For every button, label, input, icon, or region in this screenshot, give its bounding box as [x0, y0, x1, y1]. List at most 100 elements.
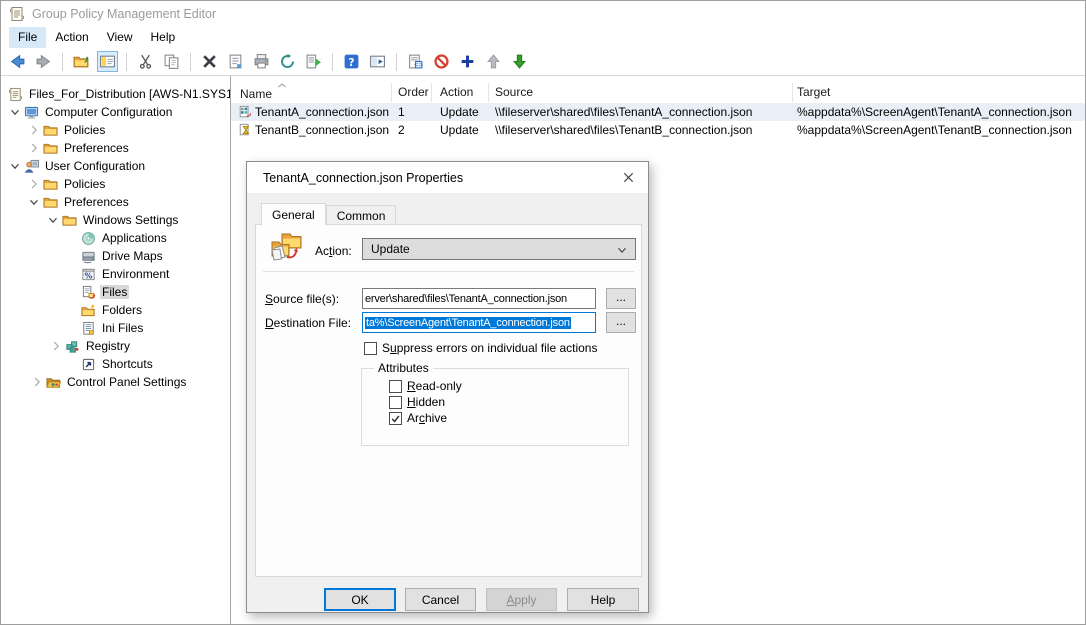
- divider: [263, 271, 634, 272]
- tree-indent-spacer: [64, 266, 80, 282]
- forward-icon[interactable]: [34, 52, 53, 71]
- destination-file-input[interactable]: ta%\ScreenAgent\TenantA_connection.json: [362, 312, 596, 333]
- stop-icon[interactable]: [432, 52, 451, 71]
- destination-file-label: Destination File:: [265, 316, 351, 330]
- menu-action[interactable]: Action: [46, 27, 97, 48]
- properties-dialog: TenantA_connection.json Properties Gener…: [246, 161, 649, 613]
- folder-icon: [42, 140, 58, 156]
- menu-view[interactable]: View: [98, 27, 142, 48]
- print-icon[interactable]: [252, 52, 271, 71]
- tree-item-user-policies[interactable]: Policies: [1, 175, 230, 193]
- menu-file[interactable]: File: [9, 27, 46, 48]
- tree-item-root[interactable]: Files_For_Distribution [AWS-N1.SYS12: [1, 85, 230, 103]
- properties-icon[interactable]: [226, 52, 245, 71]
- tree-item-applications[interactable]: Applications: [1, 229, 230, 247]
- chevron-collapsed-icon[interactable]: [26, 122, 42, 138]
- paste-icon[interactable]: [406, 52, 425, 71]
- help-icon[interactable]: [342, 52, 361, 71]
- up-one-level-icon[interactable]: [72, 52, 91, 71]
- tree-item-environment[interactable]: Environment: [1, 265, 230, 283]
- tree-item-computer-preferences[interactable]: Preferences: [1, 139, 230, 157]
- move-down-icon[interactable]: [510, 52, 529, 71]
- column-header-action[interactable]: Action: [432, 83, 489, 102]
- ok-button[interactable]: OK: [324, 588, 396, 611]
- refresh-icon[interactable]: [278, 52, 297, 71]
- column-header-name[interactable]: Name: [231, 83, 392, 102]
- table-row-tenant-b[interactable]: TenantB_connection.json 2 Update \\files…: [231, 121, 1085, 139]
- gpo-scroll-icon: [7, 86, 23, 102]
- tree-item-windows-settings[interactable]: Windows Settings: [1, 211, 230, 229]
- tree-indent-spacer: [64, 230, 80, 246]
- archive-checkbox[interactable]: [389, 412, 402, 425]
- table-row-tenant-a[interactable]: TenantA_connection.json 1 Update \\files…: [231, 103, 1085, 121]
- tree-item-drive-maps[interactable]: Drive Maps: [1, 247, 230, 265]
- tree-item-folders[interactable]: Folders: [1, 301, 230, 319]
- tree-indent-spacer: [64, 284, 80, 300]
- read-only-row: Read-only: [389, 379, 462, 393]
- chevron-collapsed-icon[interactable]: [48, 338, 64, 354]
- tab-general[interactable]: General: [261, 203, 326, 226]
- tree-item-computer-configuration[interactable]: Computer Configuration: [1, 103, 230, 121]
- tree-item-registry[interactable]: Registry: [1, 337, 230, 355]
- tree-item-shortcuts[interactable]: Shortcuts: [1, 355, 230, 373]
- chevron-expanded-icon[interactable]: [7, 104, 23, 120]
- sort-ascending-icon: [275, 80, 289, 94]
- toolbar-separator: [396, 53, 397, 71]
- delete-icon[interactable]: [200, 52, 219, 71]
- cut-icon[interactable]: [136, 52, 155, 71]
- menubar: File Action View Help: [1, 27, 1085, 48]
- tree-item-user-preferences[interactable]: Preferences: [1, 193, 230, 211]
- close-icon[interactable]: [611, 165, 645, 189]
- tab-common[interactable]: Common: [326, 205, 397, 225]
- toolbar: [1, 48, 1085, 76]
- tree-item-computer-policies[interactable]: Policies: [1, 121, 230, 139]
- suppress-errors-row: Suppress errors on individual file actio…: [364, 341, 597, 355]
- help-button[interactable]: Help: [567, 588, 639, 611]
- chevron-collapsed-icon[interactable]: [26, 176, 42, 192]
- chevron-collapsed-icon[interactable]: [26, 140, 42, 156]
- action-dropdown[interactable]: Update: [362, 238, 636, 260]
- suppress-errors-checkbox[interactable]: [364, 342, 377, 355]
- copy-icon[interactable]: [162, 52, 181, 71]
- tree-item-files[interactable]: Files: [1, 283, 230, 301]
- toolbar-separator: [332, 53, 333, 71]
- shortcuts-icon: [80, 356, 96, 372]
- archive-row: Archive: [389, 411, 447, 425]
- column-header-order[interactable]: Order: [392, 83, 432, 102]
- apply-button[interactable]: Apply: [486, 588, 557, 611]
- read-only-checkbox[interactable]: [389, 380, 402, 393]
- column-header-target[interactable]: Target: [793, 83, 1085, 102]
- tree-item-ini-files[interactable]: Ini Files: [1, 319, 230, 337]
- copy-files-icon: [270, 230, 302, 262]
- source-file-input[interactable]: erver\shared\files\TenantA_connection.js…: [362, 288, 596, 309]
- menu-help[interactable]: Help: [142, 27, 185, 48]
- show-console-tree-icon[interactable]: [98, 52, 117, 71]
- listview-header: Name Order Action Source Target: [231, 83, 1085, 102]
- chevron-collapsed-icon[interactable]: [29, 374, 45, 390]
- cancel-button[interactable]: Cancel: [405, 588, 476, 611]
- chevron-expanded-icon[interactable]: [7, 158, 23, 174]
- hidden-checkbox[interactable]: [389, 396, 402, 409]
- add-icon[interactable]: [458, 52, 477, 71]
- folders-icon: [80, 302, 96, 318]
- attributes-group-title: Attributes: [374, 361, 433, 375]
- tree-indent-spacer: [64, 248, 80, 264]
- computer-icon: [23, 104, 39, 120]
- tree-item-user-configuration[interactable]: User Configuration: [1, 157, 230, 175]
- control-panel-icon: [45, 374, 61, 390]
- registry-icon: [64, 338, 80, 354]
- chevron-expanded-icon[interactable]: [26, 194, 42, 210]
- destination-browse-button[interactable]: ...: [606, 312, 636, 333]
- export-list-icon[interactable]: [304, 52, 323, 71]
- tree-item-control-panel-settings[interactable]: Control Panel Settings: [1, 373, 230, 391]
- gpme-window: Group Policy Management Editor File Acti…: [0, 0, 1086, 625]
- show-action-pane-icon[interactable]: [368, 52, 387, 71]
- back-icon[interactable]: [8, 52, 27, 71]
- chevron-expanded-icon[interactable]: [45, 212, 61, 228]
- folder-icon: [42, 122, 58, 138]
- drive-maps-icon: [80, 248, 96, 264]
- column-header-source[interactable]: Source: [489, 83, 793, 102]
- folder-icon: [61, 212, 77, 228]
- move-up-icon[interactable]: [484, 52, 503, 71]
- source-browse-button[interactable]: ...: [606, 288, 636, 309]
